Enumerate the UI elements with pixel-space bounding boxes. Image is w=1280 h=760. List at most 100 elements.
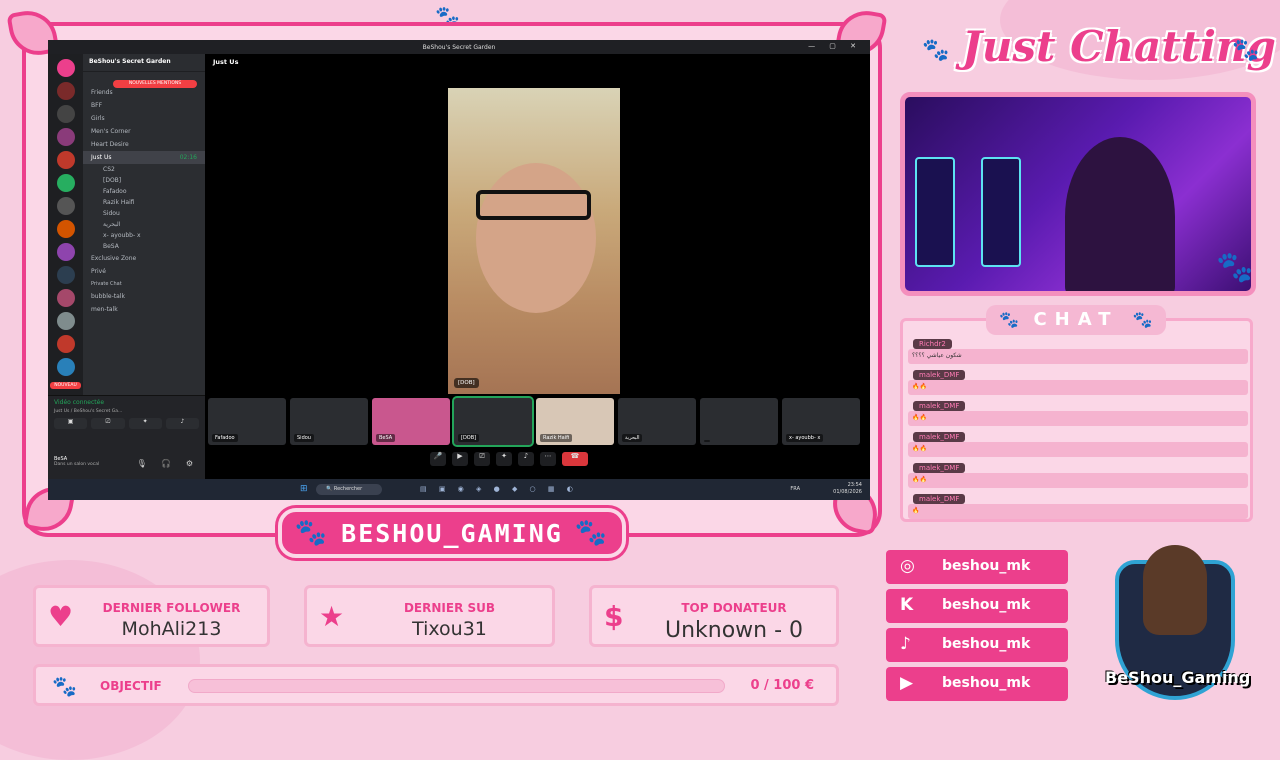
- language-indicator[interactable]: FRA: [790, 486, 800, 492]
- participant-tile[interactable]: x- ayoubb- x: [782, 398, 860, 445]
- server-icon[interactable]: [56, 105, 75, 123]
- participant-tile[interactable]: [700, 398, 778, 445]
- voice-user[interactable]: [DOB]: [83, 175, 205, 186]
- soundboard-toggle-button[interactable]: ♪: [518, 452, 534, 466]
- tile-name: [DOB]: [458, 434, 480, 442]
- brand-name: BESHOU_GAMING: [341, 518, 563, 548]
- channel-men-talk[interactable]: men-talk: [83, 303, 205, 316]
- call-channel-header: Just Us: [213, 58, 239, 66]
- voice-user[interactable]: BeSA: [83, 241, 205, 252]
- settings-icon[interactable]: 🎙 🎧 ⚙: [137, 459, 199, 468]
- channel-prive[interactable]: Privé: [83, 265, 205, 278]
- server-icon[interactable]: [56, 197, 75, 215]
- server-name[interactable]: BeShou's Secret Garden: [83, 54, 205, 72]
- server-icon[interactable]: [56, 82, 75, 100]
- server-icon[interactable]: [56, 312, 75, 330]
- channel-just-us[interactable]: Just Us 02:16: [83, 151, 205, 164]
- soundboard-button[interactable]: ♪: [165, 418, 199, 429]
- paw-icon: 🐾: [922, 38, 950, 63]
- activities-button[interactable]: ✦: [128, 418, 162, 429]
- category-private-chat[interactable]: Private Chat: [83, 278, 205, 290]
- mentions-banner[interactable]: NOUVELLES MENTIONS: [113, 80, 197, 88]
- chat-text: شكون عياشي ؟؟؟؟: [912, 352, 962, 359]
- server-icon[interactable]: [56, 358, 75, 376]
- voice-connection-panel: Vidéo connectée Just Us / BeShou's Secre…: [48, 395, 205, 455]
- server-icon[interactable]: [56, 266, 75, 284]
- tile-name: x- ayoubb- x: [786, 434, 824, 442]
- chat-title: CHAT: [1033, 309, 1119, 330]
- social-youtube[interactable]: ▶ beshou_mk: [886, 667, 1068, 701]
- server-icon[interactable]: [56, 174, 75, 192]
- channel-heart-desire[interactable]: Heart Desire: [83, 138, 205, 151]
- voice-user[interactable]: CS2: [83, 164, 205, 175]
- discord-window: BeShou's Secret Garden — ▢ ✕ NOUVEAU BeS…: [48, 40, 870, 500]
- windows-start-icon[interactable]: ⊞: [300, 484, 308, 494]
- chat-panel: Richdr2 شكون عياشي ؟؟؟؟ malek_DMF 🔥🔥 malek_D…: [900, 318, 1253, 522]
- clock-date: 01/08/2026: [833, 489, 862, 495]
- server-icon[interactable]: [56, 243, 75, 261]
- server-icon[interactable]: [56, 289, 75, 307]
- participant-tile[interactable]: BeSA: [372, 398, 450, 445]
- instagram-icon: ◎: [900, 556, 915, 576]
- main-video-feed[interactable]: [DOB]: [448, 88, 620, 394]
- channel-logo: BeShou_Gaming: [1105, 540, 1250, 710]
- tiktok-icon: ♪: [900, 634, 911, 654]
- goal-panel: 🐾 OBJECTIF 0 / 100 €: [33, 664, 839, 706]
- window-controls[interactable]: — ▢ ✕: [808, 42, 862, 50]
- poster-decoration: [915, 157, 955, 267]
- voice-user[interactable]: Fafadoo: [83, 186, 205, 197]
- channel-bubble-talk[interactable]: bubble-talk: [83, 290, 205, 303]
- server-icon[interactable]: [56, 59, 75, 77]
- channel-girls[interactable]: Girls: [83, 112, 205, 125]
- new-badge: NOUVEAU: [50, 382, 81, 389]
- server-icon[interactable]: [56, 128, 75, 146]
- taskbar-apps[interactable]: ▤ ▣ ◉ ◈ ● ◆ ○ ▦ ◐: [420, 485, 578, 493]
- camera-toggle-button[interactable]: ▶: [452, 452, 468, 466]
- screenshare-button[interactable]: ⎚: [91, 418, 125, 429]
- social-kick[interactable]: K beshou_mk: [886, 589, 1068, 623]
- channel-mens-corner[interactable]: Men's Corner: [83, 125, 205, 138]
- server-icon[interactable]: [56, 220, 75, 238]
- voice-user[interactable]: x- ayoubb- x: [83, 230, 205, 241]
- social-instagram[interactable]: ◎ beshou_mk: [886, 550, 1068, 584]
- participant-tile[interactable]: Fafadoo: [208, 398, 286, 445]
- participant-tile[interactable]: [DOB]: [452, 396, 534, 447]
- participant-tile[interactable]: البحرية: [618, 398, 696, 445]
- participant-tile[interactable]: Sidou: [290, 398, 368, 445]
- streamer-silhouette: [1065, 137, 1175, 291]
- chat-text: 🔥🔥: [912, 445, 927, 452]
- system-clock[interactable]: 23:54 01/08/2026: [833, 482, 862, 496]
- server-icon[interactable]: [56, 151, 75, 169]
- channel-bff[interactable]: BFF: [83, 99, 205, 112]
- camera-button[interactable]: ▣: [54, 418, 88, 429]
- voice-user[interactable]: Razik Haifi: [83, 197, 205, 208]
- voice-user[interactable]: البحرية: [83, 219, 205, 230]
- screenshare-toggle-button[interactable]: ⎚: [474, 452, 490, 466]
- mic-button[interactable]: 🎤: [430, 452, 446, 466]
- channel-exclusive-zone[interactable]: Exclusive Zone: [83, 252, 205, 265]
- chat-message-band: [908, 442, 1248, 457]
- taskbar-search[interactable]: 🔍 Rechercher: [316, 484, 382, 495]
- tile-name: Razik Haifi: [540, 434, 573, 442]
- category-title: Just Chatting: [962, 22, 1276, 71]
- tile-name: البحرية: [622, 434, 643, 442]
- tile-name: Sidou: [294, 434, 314, 442]
- social-handle: beshou_mk: [942, 636, 1031, 652]
- paw-icon: 🐾: [999, 310, 1020, 329]
- more-button[interactable]: ⋯: [540, 452, 556, 466]
- stat-label: TOP DONATEUR: [681, 601, 787, 615]
- tile-name: Fafadoo: [212, 434, 238, 442]
- social-tiktok[interactable]: ♪ beshou_mk: [886, 628, 1068, 662]
- paw-icon: 🐾: [1132, 310, 1153, 329]
- stat-value: Tixou31: [412, 618, 487, 640]
- server-icon[interactable]: [56, 335, 75, 353]
- video-glasses: [476, 190, 591, 220]
- hang-up-button[interactable]: ☎: [562, 452, 588, 466]
- activities-toggle-button[interactable]: ✦: [496, 452, 512, 466]
- participant-tile[interactable]: Razik Haifi: [536, 398, 614, 445]
- stat-label: DERNIER SUB: [403, 601, 496, 615]
- social-handle: beshou_mk: [942, 675, 1031, 691]
- clock-time: 23:54: [847, 482, 862, 488]
- goal-label: OBJECTIF: [100, 679, 162, 693]
- voice-user[interactable]: Sidou: [83, 208, 205, 219]
